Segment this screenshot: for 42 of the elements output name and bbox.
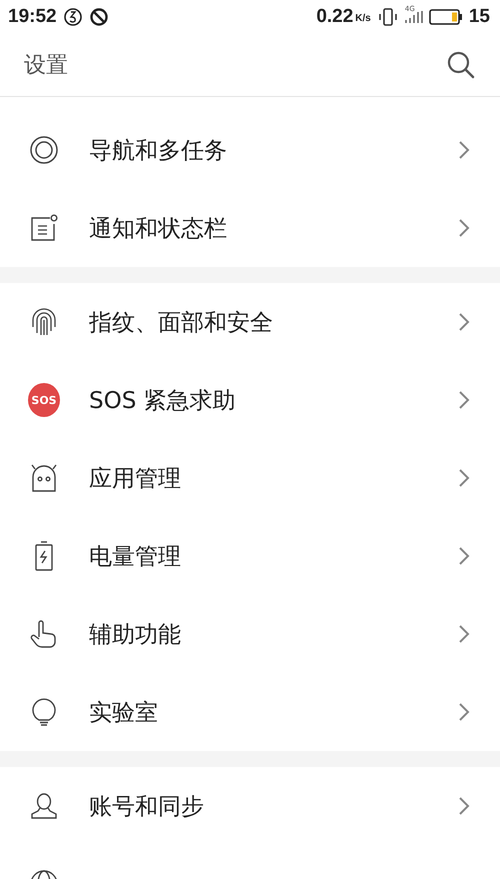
chevron-icon: [458, 390, 470, 410]
chevron-icon: [458, 140, 470, 160]
settings-item[interactable]: 辅助功能: [0, 595, 500, 673]
settings-item[interactable]: 指纹、面部和安全: [0, 283, 500, 361]
item-label: 应用管理: [89, 464, 182, 494]
settings-item[interactable]: 电量管理: [0, 517, 500, 595]
chevron-icon: [458, 546, 470, 566]
block-icon: [88, 6, 109, 26]
chevron-icon: [458, 312, 470, 332]
chevron-icon: [458, 624, 470, 644]
circle-icon: [29, 135, 59, 165]
person-icon: [29, 791, 59, 821]
chevron-icon: [458, 796, 470, 816]
clock: 19:52: [8, 6, 57, 28]
settings-item[interactable]: 通知和状态栏: [0, 189, 500, 267]
item-label: 实验室: [89, 698, 159, 728]
vibrate-icon: [376, 6, 399, 26]
page-title: 设置: [24, 52, 68, 80]
chevron-icon: [458, 468, 470, 488]
network-speed: 0.22: [316, 6, 354, 28]
item-label: 账号和同步: [89, 792, 205, 822]
item-label: 导航和多任务: [89, 136, 228, 166]
signal-icon: [404, 10, 423, 24]
notification-icon: [29, 213, 59, 243]
item-label: SOS 紧急求助: [89, 386, 237, 416]
sos-badge: SOS: [28, 383, 60, 417]
robot-icon: [29, 463, 59, 493]
settings-item[interactable]: 导航和多任务: [0, 111, 500, 189]
battery-percent: 15: [468, 6, 490, 28]
item-label: 通知和状态栏: [89, 214, 228, 244]
settings-item[interactable]: 实验室: [0, 673, 500, 751]
settings-item[interactable]: 账号和同步: [0, 767, 500, 845]
search-icon[interactable]: [446, 50, 476, 80]
item-label: 指纹、面部和安全: [89, 308, 274, 338]
speed-unit: K/s: [355, 12, 371, 24]
settings-item[interactable]: SOS SOS 紧急求助: [0, 361, 500, 439]
chevron-icon: [458, 702, 470, 722]
settings-item[interactable]: 应用管理: [0, 439, 500, 517]
item-label: 辅助功能: [89, 620, 182, 650]
battery-icon: [428, 8, 463, 26]
item-label: 电量管理: [89, 542, 182, 572]
chevron-icon: [458, 218, 470, 238]
